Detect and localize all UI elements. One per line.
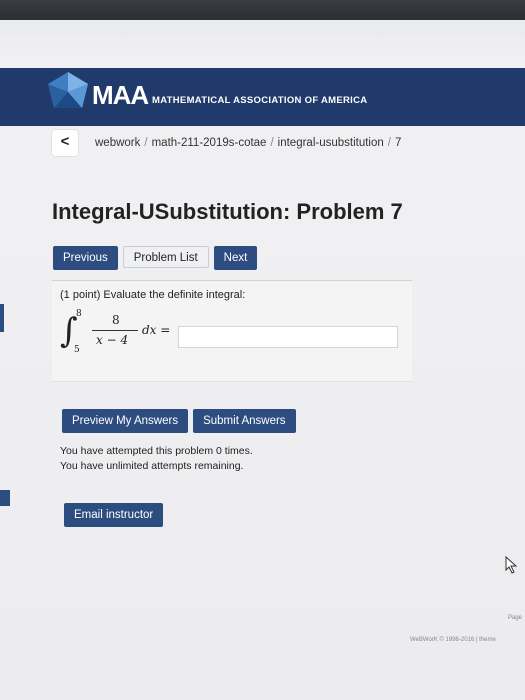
problem-prompt: (1 point) Evaluate the definite integral… xyxy=(60,289,246,301)
integral-lower-limit: 5 xyxy=(74,345,80,355)
logo-subtitle: MATHEMATICAL ASSOCIATION OF AMERICA xyxy=(152,95,368,106)
attempts-count: You have attempted this problem 0 times. xyxy=(60,445,253,457)
footer-page-label: Page xyxy=(508,615,523,621)
email-instructor-wrap: Email instructor xyxy=(64,503,168,527)
answer-actions: Preview My Answers Submit Answers xyxy=(62,409,301,433)
maa-logo-icon xyxy=(48,72,88,108)
answer-input[interactable] xyxy=(178,326,398,348)
side-tab-indicator xyxy=(0,490,10,506)
fraction-denominator: x − 4 xyxy=(96,333,129,347)
site-header: MAA MATHEMATICAL ASSOCIATION OF AMERICA xyxy=(0,68,525,126)
preview-answers-button[interactable]: Preview My Answers xyxy=(62,409,189,433)
breadcrumb-item-set[interactable]: integral-usubstitution xyxy=(278,137,384,149)
back-button[interactable]: < xyxy=(52,130,78,156)
breadcrumb-separator: / xyxy=(144,137,148,149)
attempts-remaining: You have unlimited attempts remaining. xyxy=(60,460,244,472)
differential: dx = xyxy=(142,323,171,337)
breadcrumb-separator: / xyxy=(270,137,274,149)
breadcrumb-item-webwork[interactable]: webwork xyxy=(95,137,140,149)
breadcrumb-item-problem: 7 xyxy=(394,137,402,149)
footer-copyright: WeBWorK © 1996-2016 | theme xyxy=(410,637,496,643)
side-tab-indicator xyxy=(0,304,4,332)
breadcrumb-bar: < webwork / math-211-2019s-cotae / integral-… xyxy=(40,130,525,160)
problem-nav: Previous Problem List Next xyxy=(53,246,262,270)
previous-button[interactable]: Previous xyxy=(53,246,118,270)
email-instructor-button[interactable]: Email instructor xyxy=(64,503,164,527)
attempts-info: You have attempted this problem 0 times.… xyxy=(60,444,253,474)
fraction-bar xyxy=(92,330,138,331)
integral-upper-limit: 8 xyxy=(76,309,82,319)
breadcrumb-separator: / xyxy=(387,137,391,149)
breadcrumb: webwork / math-211-2019s-cotae / integral-us… xyxy=(95,137,401,149)
breadcrumb-item-course[interactable]: math-211-2019s-cotae xyxy=(152,137,267,149)
logo-text: MAA xyxy=(92,80,149,110)
page-title: Integral-USubstitution: Problem 7 xyxy=(52,199,403,224)
next-button[interactable]: Next xyxy=(213,246,258,270)
submit-answers-button[interactable]: Submit Answers xyxy=(193,409,296,433)
mouse-pointer-icon xyxy=(505,556,518,574)
problem-list-button[interactable]: Problem List xyxy=(122,246,209,268)
fraction-numerator: 8 xyxy=(112,313,120,327)
